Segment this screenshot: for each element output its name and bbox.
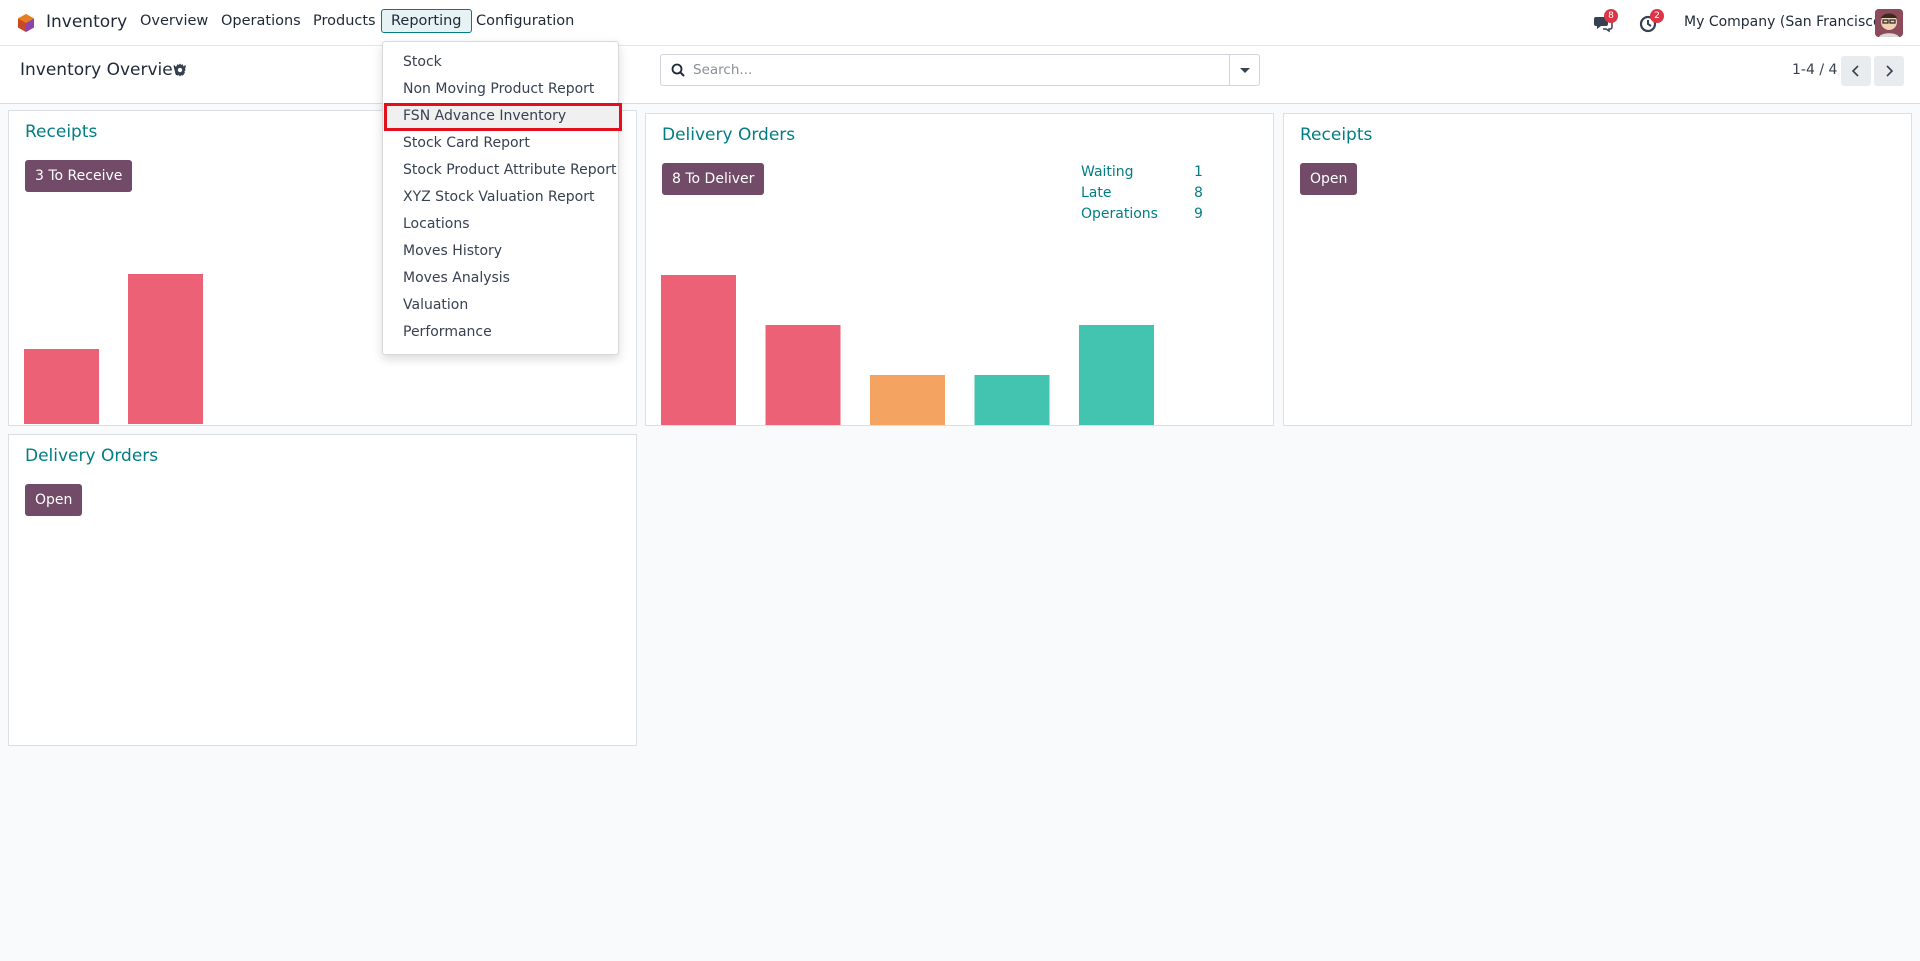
menu-item-moves-analysis[interactable]: Moves Analysis (383, 265, 620, 292)
stat-label: Late (1081, 185, 1112, 201)
menu-item-stock-card-report[interactable]: Stock Card Report (383, 130, 620, 157)
caret-down-icon (1240, 68, 1250, 73)
top-navbar: Inventory Overview Operations Products R… (0, 0, 1920, 46)
messages-badge: 8 (1604, 9, 1618, 23)
app-name[interactable]: Inventory (46, 12, 127, 32)
search-options-toggle[interactable] (1229, 55, 1259, 85)
gear-icon[interactable] (173, 63, 187, 77)
messages-button[interactable]: 8 (1593, 9, 1618, 33)
pager-previous-button[interactable] (1841, 56, 1871, 86)
chevron-left-icon (1851, 65, 1859, 77)
user-avatar[interactable] (1875, 9, 1903, 37)
menu-item-performance[interactable]: Performance (383, 319, 620, 346)
activities-badge: 2 (1650, 9, 1664, 23)
menu-item-fsn-advance-inventory[interactable]: FSN Advance Inventory (383, 103, 620, 130)
chart-bar[interactable] (974, 375, 1050, 425)
pager-next-button[interactable] (1874, 56, 1904, 86)
inventory-app-icon[interactable] (16, 13, 36, 33)
avatar-icon (1875, 9, 1903, 37)
chart-bar[interactable] (1079, 325, 1154, 425)
reporting-dropdown: Stock Non Moving Product Report FSN Adva… (382, 41, 620, 355)
menu-item-valuation[interactable]: Valuation (383, 292, 620, 319)
menu-item-locations[interactable]: Locations (383, 211, 620, 238)
menu-configuration[interactable]: Configuration (476, 13, 574, 29)
stat-label: Operations (1081, 206, 1158, 222)
search-icon (671, 63, 685, 77)
card-delivery-orders-2: Delivery Orders Open (8, 434, 637, 746)
menu-item-moves-history[interactable]: Moves History (383, 238, 620, 265)
menu-item-non-moving-product-report[interactable]: Non Moving Product Report (383, 76, 620, 103)
delivery-chart[interactable] (646, 262, 1275, 427)
chart-bar[interactable] (128, 274, 203, 424)
stat-value: 1 (1194, 164, 1203, 180)
card-receipts-2: Receipts Open (1283, 113, 1912, 426)
menu-item-stock-product-attribute-report[interactable]: Stock Product Attribute Report (383, 157, 620, 184)
control-panel: Inventory Overview 1-4 / 4 (0, 46, 1920, 104)
chart-bar[interactable] (24, 349, 99, 424)
chevron-right-icon (1886, 65, 1894, 77)
chart-bar[interactable] (661, 275, 736, 425)
card-delivery-orders: Delivery Orders 8 To Deliver Waiting 1 L… (645, 113, 1274, 426)
chart-bar[interactable] (870, 375, 945, 425)
stat-value: 9 (1194, 206, 1203, 222)
menu-item-xyz-stock-valuation-report[interactable]: XYZ Stock Valuation Report (383, 184, 620, 211)
search-bar (660, 54, 1260, 86)
menu-item-stock[interactable]: Stock (383, 49, 620, 76)
search-input[interactable] (693, 56, 1223, 84)
stat-value: 8 (1194, 185, 1203, 201)
chart-bar[interactable] (765, 325, 841, 425)
to-deliver-button[interactable]: 8 To Deliver (662, 163, 765, 195)
to-receive-button[interactable]: 3 To Receive (25, 160, 133, 192)
stat-label: Waiting (1081, 164, 1134, 180)
menu-reporting[interactable]: Reporting (381, 9, 472, 33)
card-title[interactable]: Delivery Orders (662, 125, 795, 145)
menu-overview[interactable]: Overview (140, 13, 208, 29)
card-title[interactable]: Receipts (1300, 125, 1372, 145)
page-title: Inventory Overview (20, 60, 187, 80)
open-button[interactable]: Open (1300, 163, 1358, 195)
card-title[interactable]: Delivery Orders (25, 446, 158, 466)
menu-products[interactable]: Products (313, 13, 376, 29)
activities-button[interactable]: 2 (1639, 9, 1664, 33)
card-title[interactable]: Receipts (25, 122, 97, 142)
menu-operations[interactable]: Operations (221, 13, 301, 29)
company-switcher[interactable]: My Company (San Francisco) (1684, 14, 1887, 30)
pager-value[interactable]: 1-4 / 4 (1792, 62, 1837, 78)
open-button[interactable]: Open (25, 484, 83, 516)
